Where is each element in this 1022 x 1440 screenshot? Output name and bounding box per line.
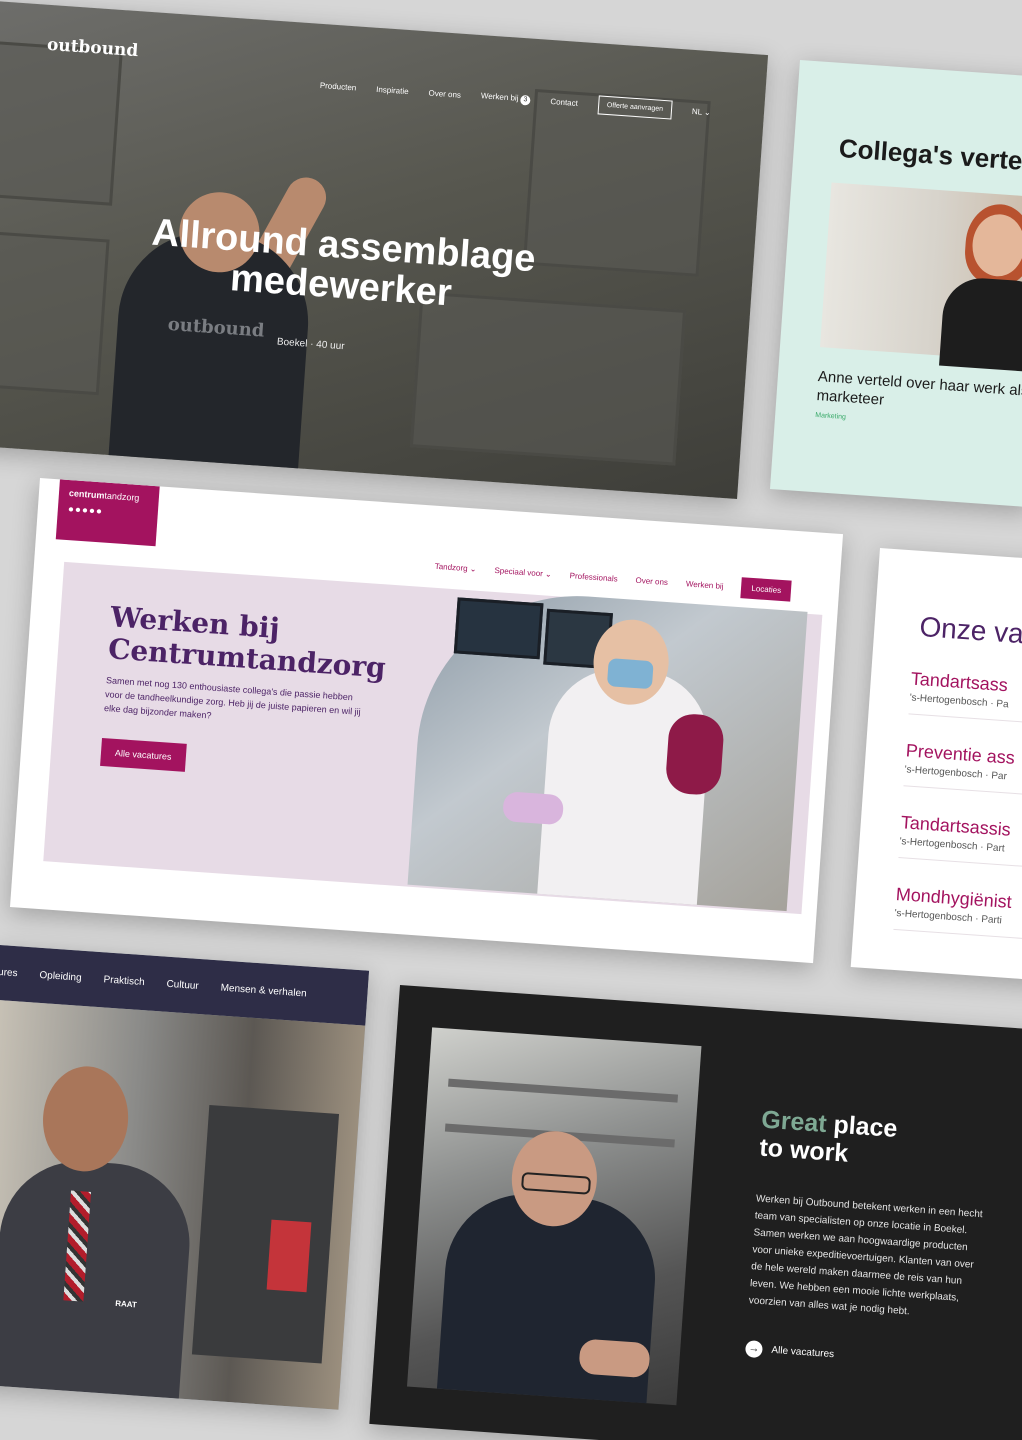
outbound-hero-card: outbound outbound Producten Inspiratie O… — [0, 0, 769, 500]
alle-vacatures-link[interactable]: → Alle vacatures — [744, 1340, 835, 1363]
glove — [502, 791, 565, 826]
workshop-photo — [407, 1027, 702, 1406]
shelf — [448, 1078, 679, 1103]
logo-bold: centrum — [68, 488, 105, 501]
nav-producten[interactable]: Producten — [320, 81, 357, 93]
chevron-down-icon: ⌄ — [703, 107, 712, 118]
nav-inspiratie[interactable]: Inspiratie — [376, 85, 409, 96]
vacancy-item[interactable]: Mondhygiënist 's-Hertogenbosch · Parti — [893, 883, 1022, 944]
vacatures-card: Onze va Tandartsass 's-Hertogenbosch · P… — [850, 548, 1022, 983]
door-panel — [0, 230, 110, 396]
outbound-nav: Producten Inspiratie Over ons Werken bij… — [319, 76, 711, 122]
collega-tag: Marketing — [814, 411, 847, 422]
great-place-card: Great place to work Werken bij Outbound … — [369, 985, 1022, 1440]
nav-werken-bij[interactable]: Werken bij — [686, 579, 724, 591]
locaties-button[interactable]: Locaties — [740, 577, 792, 602]
nav-werken-bij[interactable]: Werken bij 3 — [480, 91, 531, 106]
great-place-heading: Great place to work — [759, 1106, 899, 1171]
nav-werken-bij-label: Werken bij — [480, 91, 519, 103]
vacatures-title: Onze va — [918, 610, 1022, 650]
monitor — [453, 597, 544, 660]
mensen-card: ures Opleiding Praktisch Cultuur Mensen … — [0, 945, 370, 1410]
collega-caption[interactable]: Anne verteld over haar werk als marketee… — [816, 367, 1022, 421]
language-select[interactable]: NL ⌄ — [692, 107, 711, 117]
uniform-sleeve — [664, 712, 726, 797]
vacancy-count-badge: 3 — [520, 94, 531, 106]
vacancy-meta: 's-Hertogenbosch · Pa — [909, 692, 1009, 711]
nav-over-ons[interactable]: Over ons — [428, 89, 461, 100]
centrumtandzorg-card: centrumtandzorg ●●●●● Tandzorg ⌄ Speciaa… — [10, 478, 844, 964]
heading-green: Great — [760, 1105, 828, 1139]
nav-over-ons[interactable]: Over ons — [635, 576, 668, 587]
nav-cultuur[interactable]: Cultuur — [166, 979, 199, 992]
collega-title: Collega's verte — [837, 132, 1022, 176]
vacancy-item[interactable]: Tandartsass 's-Hertogenbosch · Pa — [908, 668, 1022, 729]
arrow-right-icon: → — [744, 1340, 764, 1359]
person-body — [939, 275, 1022, 374]
nav-tandzorg[interactable]: Tandzorg ⌄ — [434, 562, 476, 574]
vacancy-item[interactable]: Tandartsassis 's-Hertogenbosch · Part — [898, 812, 1022, 872]
nav-mensen-verhalen[interactable]: Mensen & verhalen — [220, 983, 307, 1000]
nav-professionals[interactable]: Professionals — [569, 571, 618, 583]
shop-sign — [266, 1219, 312, 1293]
nav-features[interactable]: ures — [0, 967, 18, 979]
jacket-badge: RAAT — [114, 1298, 138, 1310]
shopfront — [191, 1104, 340, 1364]
worker-hand — [578, 1338, 651, 1379]
collega-photo[interactable] — [820, 182, 1022, 374]
vacancy-item[interactable]: Preventie ass 's-Hertogenbosch · Par — [903, 740, 1022, 801]
employee-figure — [0, 1155, 195, 1399]
door-panel — [0, 41, 123, 206]
link-label: Alle vacatures — [771, 1344, 835, 1361]
great-place-text: Werken bij Outbound betekent werken in e… — [748, 1193, 983, 1318]
nav-speciaal-voor[interactable]: Speciaal voor ⌄ — [494, 566, 552, 579]
nav-praktisch[interactable]: Praktisch — [103, 974, 145, 988]
logo-dots-icon: ●●●●● — [67, 504, 104, 518]
face-mask — [606, 658, 654, 690]
alle-vacatures-button[interactable]: Alle vacatures — [100, 737, 187, 772]
centrumtandzorg-logo[interactable]: centrumtandzorg ●●●●● — [55, 479, 160, 547]
collage: outbound outbound Producten Inspiratie O… — [0, 0, 1022, 1440]
logo-wordmark: centrumtandzorg — [69, 488, 150, 504]
collega-card: Collega's verte Anne verteld over haar w… — [770, 60, 1022, 508]
nav-opleiding[interactable]: Opleiding — [39, 970, 82, 984]
nav-contact[interactable]: Contact — [550, 97, 578, 108]
ct-hero-photo — [407, 585, 808, 912]
logo-light: tandzorg — [104, 490, 140, 503]
language-label: NL — [691, 106, 703, 117]
